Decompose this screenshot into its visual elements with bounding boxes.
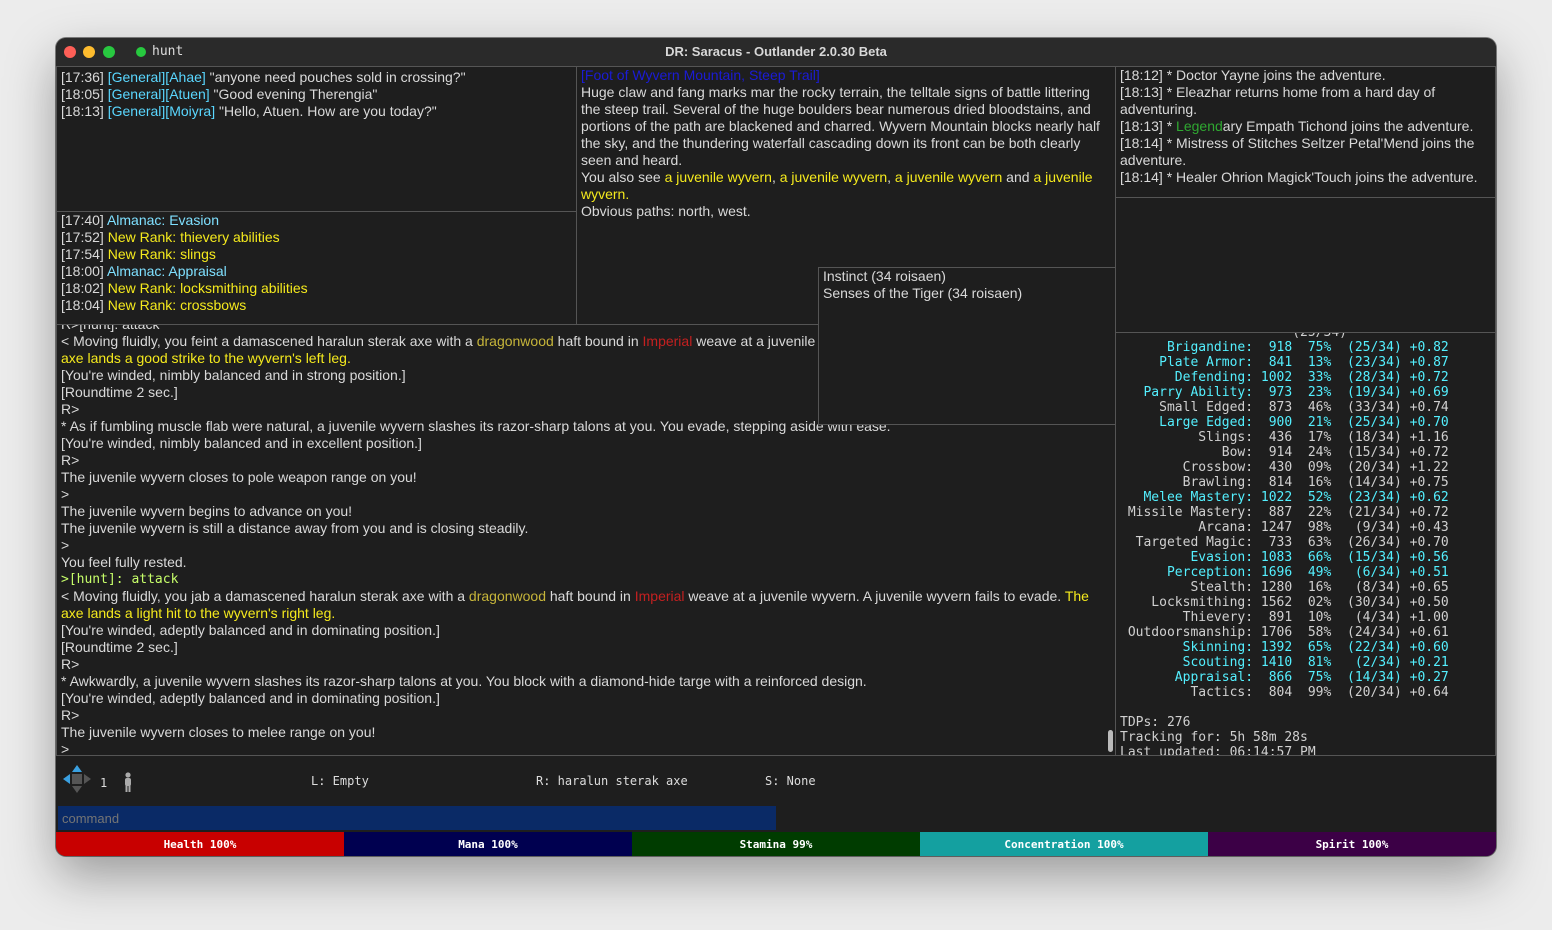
- chat-line: [18:05] [General][Atuen] "Good evening T…: [61, 86, 378, 102]
- room-title: [Foot of Wyvern Mountain, Steep Trail]: [581, 67, 820, 83]
- game-line: R>: [61, 656, 80, 672]
- title-bar: hunt DR: Saracus - Outlander 2.0.30 Beta: [56, 38, 1496, 67]
- room-count: 1: [100, 776, 108, 790]
- game-line: The juvenile wyvern is still a distance …: [61, 520, 529, 536]
- game-line: [You're winded, adeptly balanced and in …: [61, 622, 440, 638]
- skill-row: Brigandine: 918 75% (25/34) +0.82: [1120, 340, 1449, 355]
- experience-pane[interactable]: (25/34) Brigandine: 918 75% (25/34) +0.8…: [1115, 332, 1496, 756]
- tdps-label: TDPs: 276: [1120, 715, 1191, 730]
- right-hand: R: haralun sterak axe: [536, 774, 688, 788]
- arrival-line: [18:14] * Mistress of Stitches Seltzer P…: [1120, 135, 1475, 168]
- game-line: >[hunt]: attack: [61, 572, 179, 587]
- skill-row: Melee Mastery: 1022 52% (23/34) +0.62: [1120, 490, 1449, 505]
- spell-line: Senses of the Tiger (34 roisaen): [823, 285, 1023, 301]
- stamina-bar: Stamina 99%: [632, 832, 920, 856]
- skill-row-partial: (25/34): [1292, 332, 1347, 340]
- spirit-bar: Spirit 100%: [1208, 832, 1496, 856]
- left-hand: L: Empty: [311, 774, 369, 788]
- skill-row: Defending: 1002 33% (28/34) +0.72: [1120, 370, 1449, 385]
- status-bar: 1 L: Empty R: haralun sterak axe S: None: [56, 754, 1496, 804]
- game-line: [Roundtime 2 sec.]: [61, 639, 178, 655]
- spell-line: Instinct (34 roisaen): [823, 268, 946, 284]
- skill-row: Stealth: 1280 16% (8/34) +0.65: [1120, 580, 1449, 595]
- tracking-label: Tracking for: 5h 58m 28s: [1120, 730, 1308, 745]
- chat-pane[interactable]: [17:36] [General][Ahae] "anyone need pou…: [56, 66, 578, 212]
- log-line: [17:40] Almanac: Evasion: [61, 212, 219, 228]
- arrival-line: [18:14] * Healer Ohrion Magick'Touch joi…: [1120, 169, 1478, 185]
- skill-row: Small Edged: 873 46% (33/34) +0.74: [1120, 400, 1449, 415]
- arrival-line: [18:12] * Doctor Yayne joins the adventu…: [1120, 67, 1386, 83]
- game-line: The juvenile wyvern closes to pole weapo…: [61, 469, 417, 485]
- room-objects: You also see a juvenile wyvern, a juveni…: [581, 169, 1093, 202]
- active-spells-pane[interactable]: Instinct (34 roisaen) Senses of the Tige…: [818, 267, 1116, 425]
- game-line: [You're winded, nimbly balanced and in e…: [61, 435, 422, 451]
- skill-row: Crossbow: 430 09% (20/34) +1.22: [1120, 460, 1449, 475]
- game-line: The juvenile wyvern closes to melee rang…: [61, 724, 376, 740]
- compass-icon[interactable]: [62, 764, 92, 794]
- skill-row: Tactics: 804 99% (20/34) +0.64: [1120, 685, 1449, 700]
- outlander-window: hunt DR: Saracus - Outlander 2.0.30 Beta…: [56, 38, 1496, 856]
- game-line: >: [61, 486, 70, 502]
- room-description: Huge claw and fang marks mar the rocky t…: [581, 84, 1100, 168]
- skill-row: Arcana: 1247 98% (9/34) +0.43: [1120, 520, 1449, 535]
- skill-row: Missile Mastery: 887 22% (21/34) +0.72: [1120, 505, 1449, 520]
- game-line: R>: [61, 452, 80, 468]
- standing-icon: [122, 772, 134, 792]
- concentration-bar: Concentration 100%: [920, 832, 1208, 856]
- scrollbar-thumb[interactable]: [1108, 730, 1113, 752]
- skill-row: Skinning: 1392 65% (22/34) +0.60: [1120, 640, 1449, 655]
- arrival-line: [18:13] * Legendary Empath Tichond joins…: [1120, 118, 1474, 134]
- skill-row: Bow: 914 24% (15/34) +0.72: [1120, 445, 1449, 460]
- game-line: * Awkwardly, a juvenile wyvern slashes i…: [61, 673, 867, 689]
- health-bar: Health 100%: [56, 832, 344, 856]
- arrival-line: [18:13] * Eleazhar returns home from a h…: [1120, 84, 1436, 117]
- skill-row: Plate Armor: 841 13% (23/34) +0.87: [1120, 355, 1449, 370]
- skill-row: Evasion: 1083 66% (15/34) +0.56: [1120, 550, 1449, 565]
- skill-row: Slings: 436 17% (18/34) +1.16: [1120, 430, 1449, 445]
- game-line: The juvenile wyvern begins to advance on…: [61, 503, 353, 519]
- game-line: axe lands a light hit to the wyvern's ri…: [61, 605, 336, 621]
- vitals-bars: Health 100% Mana 100% Stamina 99% Concen…: [56, 832, 1496, 856]
- game-line: < Moving fluidly, you jab a damascened h…: [61, 588, 1089, 604]
- game-line: You feel fully rested.: [61, 554, 187, 570]
- chat-line: [18:13] [General][Moiyra] "Hello, Atuen.…: [61, 103, 437, 119]
- skill-row: Perception: 1696 49% (6/34) +0.51: [1120, 565, 1449, 580]
- skill-row: Brawling: 814 16% (14/34) +0.75: [1120, 475, 1449, 490]
- prepared-spell: S: None: [765, 774, 816, 788]
- command-input-box[interactable]: [58, 806, 776, 830]
- log-line: [18:02] New Rank: locksmithing abilities: [61, 280, 308, 296]
- skill-row: Large Edged: 900 21% (25/34) +0.70: [1120, 415, 1449, 430]
- log-line: [18:00] Almanac: Appraisal: [61, 263, 227, 279]
- log-line: [18:04] New Rank: crossbows: [61, 297, 247, 313]
- log-line: [17:52] New Rank: thievery abilities: [61, 229, 280, 245]
- log-pane[interactable]: [17:40] Almanac: Evasion [17:52] New Ran…: [56, 211, 578, 325]
- game-line: >: [61, 537, 70, 553]
- skill-row: Appraisal: 866 75% (14/34) +0.27: [1120, 670, 1449, 685]
- game-line: R>: [61, 707, 80, 723]
- skill-row: Targeted Magic: 733 63% (26/34) +0.70: [1120, 535, 1449, 550]
- empty-pane: [1115, 197, 1496, 333]
- window-title: DR: Saracus - Outlander 2.0.30 Beta: [665, 44, 887, 59]
- skill-row: Thievery: 891 10% (4/34) +1.00: [1120, 610, 1449, 625]
- skill-row: Outdoorsmanship: 1706 58% (24/34) +0.61: [1120, 625, 1449, 640]
- room-paths: Obvious paths: north, west.: [581, 203, 751, 219]
- arrivals-pane[interactable]: [18:12] * Doctor Yayne joins the adventu…: [1115, 66, 1496, 198]
- skill-row: Parry Ability: 973 23% (19/34) +0.69: [1120, 385, 1449, 400]
- game-line: [You're winded, adeptly balanced and in …: [61, 690, 440, 706]
- mana-bar: Mana 100%: [344, 832, 632, 856]
- chat-line: [17:36] [General][Ahae] "anyone need pou…: [61, 69, 466, 85]
- skill-row: Locksmithing: 1562 02% (30/34) +0.50: [1120, 595, 1449, 610]
- skill-row: Scouting: 1410 81% (2/34) +0.21: [1120, 655, 1449, 670]
- log-line: [17:54] New Rank: slings: [61, 246, 216, 262]
- command-input[interactable]: [58, 806, 776, 830]
- skill-list: Brigandine: 918 75% (25/34) +0.82 Plate …: [1120, 340, 1491, 700]
